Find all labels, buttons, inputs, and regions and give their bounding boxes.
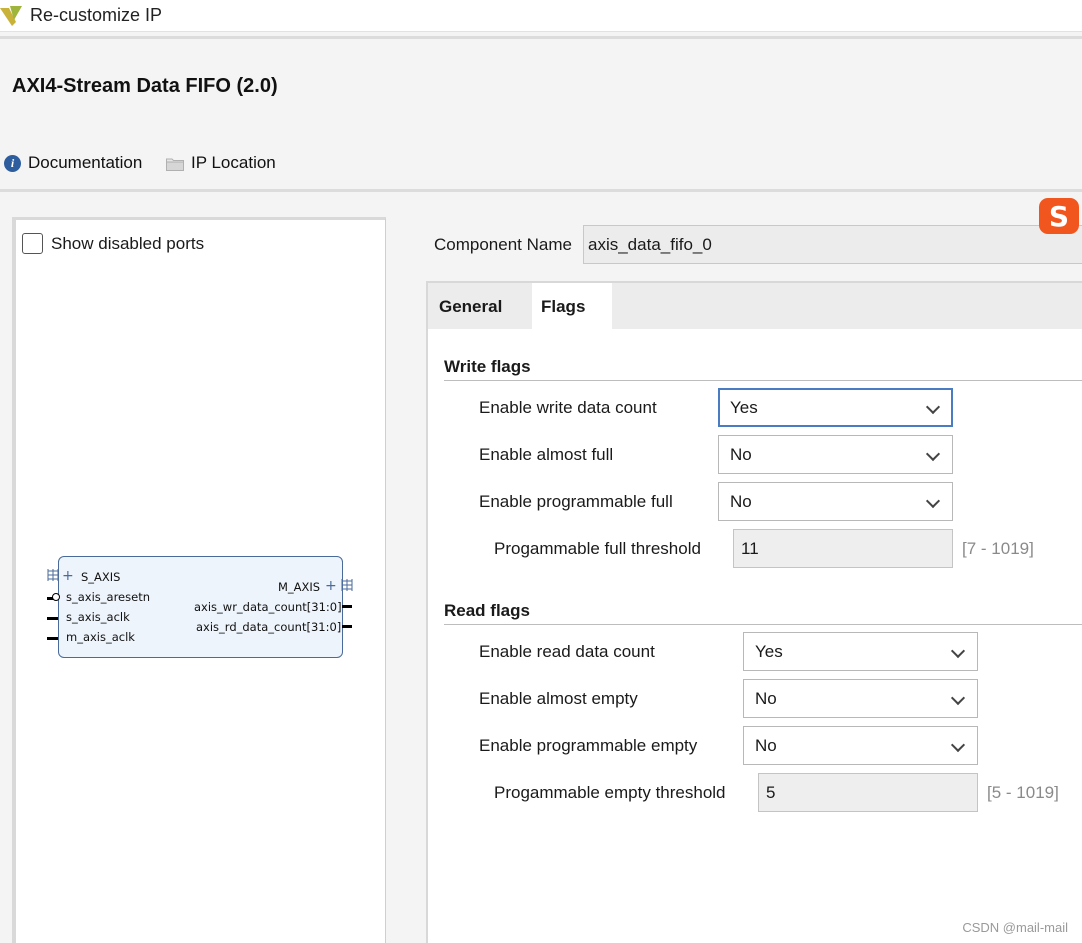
port-s-axis-aresetn: s_axis_aresetn <box>66 590 150 604</box>
enable-programmable-full-select[interactable]: No <box>718 482 953 521</box>
tab-strip: General Flags <box>428 283 1082 329</box>
section-divider <box>444 624 1082 625</box>
selected-value: No <box>755 689 777 708</box>
chevron-down-icon <box>925 399 941 415</box>
enable-read-data-count-label: Enable read data count <box>479 642 655 661</box>
tab-flags[interactable]: Flags <box>532 283 612 329</box>
port-wr-data-count: axis_wr_data_count[31:0] <box>194 600 342 614</box>
empty-threshold-label: Progammable empty threshold <box>494 783 726 802</box>
empty-threshold-range: [5 - 1019] <box>987 783 1059 802</box>
selected-value: No <box>755 736 777 755</box>
inverted-pin-icon <box>52 593 60 601</box>
pin-m-axis-aclk <box>47 637 58 640</box>
chevron-down-icon <box>950 643 966 659</box>
pin-rd-data-count <box>342 625 352 628</box>
vivado-logo-icon <box>0 6 22 26</box>
bus-interface-icon <box>47 569 59 581</box>
watermark: CSDN @mail-mail <box>962 920 1068 935</box>
re-customize-ip-window: Re-customize IP AXI4-Stream Data FIFO (2… <box>0 0 1082 943</box>
chevron-down-icon <box>950 690 966 706</box>
enable-almost-full-select[interactable]: No <box>718 435 953 474</box>
chevron-down-icon <box>950 737 966 753</box>
expand-plus-icon[interactable]: + <box>325 578 337 594</box>
checkbox-box[interactable] <box>22 233 43 254</box>
chevron-down-icon <box>925 493 941 509</box>
component-name-label: Component Name <box>434 235 572 254</box>
documentation-label: Documentation <box>28 153 143 172</box>
ip-location-label: IP Location <box>191 153 276 172</box>
svg-text:S: S <box>1049 200 1069 233</box>
bus-interface-icon <box>341 579 353 591</box>
title-bar: Re-customize IP <box>0 0 1082 32</box>
divider <box>0 36 1082 39</box>
selected-value: Yes <box>755 642 783 661</box>
enable-programmable-full-label: Enable programmable full <box>479 492 673 511</box>
divider <box>0 189 1082 192</box>
full-threshold-input: 11 <box>733 529 953 568</box>
read-flags-heading: Read flags <box>444 601 530 620</box>
port-s-axis: S_AXIS <box>81 570 121 584</box>
pin-s-axis-aclk <box>47 617 58 620</box>
enable-write-data-count-select[interactable]: Yes <box>718 388 953 427</box>
selected-value: No <box>730 445 752 464</box>
pin-wr-data-count <box>342 605 352 608</box>
show-disabled-ports-checkbox[interactable]: Show disabled ports <box>22 233 204 254</box>
port-m-axis: M_AXIS <box>278 580 321 594</box>
expand-plus-icon[interactable]: + <box>62 568 74 584</box>
port-m-axis-aclk: m_axis_aclk <box>66 630 135 644</box>
component-name-input[interactable]: axis_data_fifo_0 <box>583 225 1082 264</box>
folder-icon <box>166 156 184 171</box>
tab-general[interactable]: General <box>430 283 532 329</box>
window-title: Re-customize IP <box>30 5 163 25</box>
info-icon: i <box>4 154 21 172</box>
show-disabled-ports-label: Show disabled ports <box>51 233 205 253</box>
enable-read-data-count-select[interactable]: Yes <box>743 632 978 671</box>
enable-write-data-count-label: Enable write data count <box>479 398 657 417</box>
ip-name-heading: AXI4-Stream Data FIFO (2.0) <box>12 75 278 97</box>
port-s-axis-aclk: s_axis_aclk <box>66 610 130 624</box>
enable-programmable-empty-label: Enable programmable empty <box>479 736 698 755</box>
enable-almost-empty-select[interactable]: No <box>743 679 978 718</box>
selected-value: No <box>730 492 752 511</box>
full-threshold-label: Progammable full threshold <box>494 539 701 558</box>
sogou-ime-icon[interactable]: S <box>1036 195 1082 237</box>
port-rd-data-count: axis_rd_data_count[31:0] <box>196 620 342 634</box>
enable-programmable-empty-select[interactable]: No <box>743 726 978 765</box>
chevron-down-icon <box>925 446 941 462</box>
enable-almost-empty-label: Enable almost empty <box>479 689 638 708</box>
selected-value: Yes <box>730 398 758 417</box>
ip-location-button[interactable]: IP Location <box>166 152 276 174</box>
empty-threshold-input: 5 <box>758 773 978 812</box>
documentation-button[interactable]: i Documentation <box>4 152 142 174</box>
write-flags-heading: Write flags <box>444 357 531 376</box>
section-divider <box>444 380 1082 381</box>
enable-almost-full-label: Enable almost full <box>479 445 614 464</box>
full-threshold-range: [7 - 1019] <box>962 539 1034 558</box>
